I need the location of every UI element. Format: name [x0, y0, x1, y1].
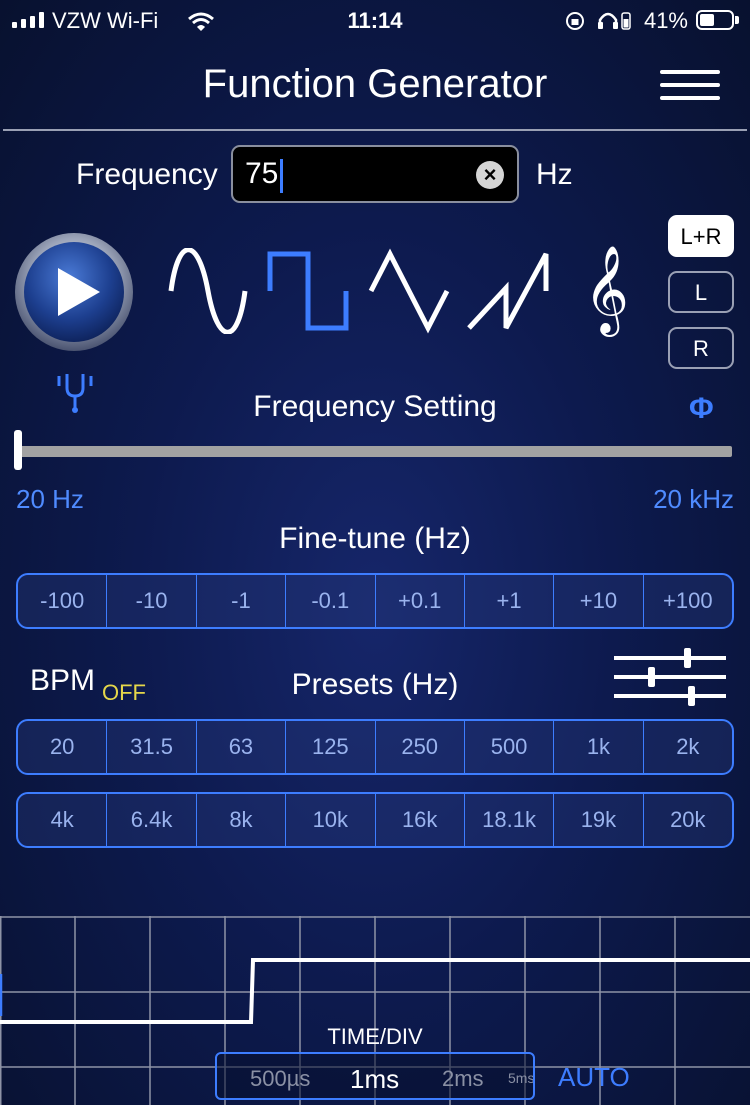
fine-tune-button[interactable]: +0.1 — [376, 575, 465, 627]
equalizer-settings-icon[interactable] — [612, 648, 728, 706]
preset-button[interactable]: 31.5 — [107, 721, 197, 773]
frequency-setting-title: Frequency Setting — [253, 390, 497, 423]
sine-wave-icon[interactable] — [168, 248, 248, 334]
frequency-field[interactable]: × — [231, 145, 519, 203]
frequency-slider[interactable] — [16, 446, 732, 457]
slider-min-label: 20 Hz — [16, 484, 84, 514]
fine-tune-button[interactable]: +10 — [554, 575, 644, 627]
square-wave-icon[interactable] — [267, 248, 349, 334]
auto-button[interactable]: AUTO — [558, 1062, 630, 1093]
preset-button[interactable]: 2k — [644, 721, 732, 773]
channel-lr-button[interactable]: L+R — [668, 215, 734, 257]
time-div-label: TIME/DIV — [327, 1024, 423, 1049]
battery-icon — [696, 10, 734, 30]
fine-tune-button[interactable]: +100 — [644, 575, 732, 627]
battery-level-icon — [621, 12, 631, 30]
preset-button[interactable]: 250 — [376, 721, 465, 773]
time-div-option[interactable]: 500µs — [250, 1066, 310, 1092]
hamburger-menu-icon[interactable] — [660, 70, 720, 102]
treble-clef-icon[interactable]: 𝄞 — [584, 246, 629, 332]
frequency-slider-thumb[interactable] — [14, 430, 22, 470]
presets-row-1: 20 31.5 63 125 250 500 1k 2k — [16, 719, 734, 775]
clock: 11:14 — [347, 8, 403, 33]
preset-button[interactable]: 4k — [18, 794, 108, 846]
text-caret — [280, 159, 283, 193]
rotation-lock-icon — [566, 12, 584, 30]
channel-l-button[interactable]: L — [668, 271, 734, 313]
fine-tune-button[interactable]: -0.1 — [286, 575, 376, 627]
preset-button[interactable]: 8k — [197, 794, 287, 846]
battery-cap — [735, 16, 739, 24]
preset-button[interactable]: 19k — [554, 794, 644, 846]
time-div-selector[interactable]: 500µs 1ms 2ms 5ms — [215, 1052, 535, 1100]
status-bar: VZW Wi-Fi 11:14 41% — [0, 0, 750, 44]
fine-tune-button[interactable]: -10 — [107, 575, 197, 627]
preset-button[interactable]: 6.4k — [107, 794, 197, 846]
time-div-selected[interactable]: 1ms — [350, 1064, 399, 1095]
sawtooth-wave-icon[interactable] — [466, 248, 550, 334]
frequency-unit: Hz — [536, 158, 573, 191]
preset-button[interactable]: 125 — [286, 721, 376, 773]
preset-button[interactable]: 10k — [286, 794, 376, 846]
headphones-icon — [598, 12, 618, 29]
channel-r-button[interactable]: R — [668, 327, 734, 369]
preset-button[interactable]: 18.1k — [465, 794, 555, 846]
fine-tune-buttons: -100 -10 -1 -0.1 +0.1 +1 +10 +100 — [16, 573, 734, 629]
time-div-option[interactable]: 2ms — [442, 1066, 484, 1092]
preset-button[interactable]: 20 — [18, 721, 108, 773]
preset-button[interactable]: 20k — [644, 794, 732, 846]
slider-max-label: 20 kHz — [653, 484, 734, 514]
frequency-label: Frequency — [76, 158, 218, 191]
preset-button[interactable]: 63 — [197, 721, 287, 773]
play-button[interactable] — [14, 232, 134, 352]
clear-x-icon[interactable]: × — [476, 161, 504, 189]
preset-button[interactable]: 16k — [376, 794, 465, 846]
fine-tune-title: Fine-tune (Hz) — [279, 522, 471, 555]
page-title: Function Generator — [202, 62, 548, 106]
phase-button[interactable]: Φ — [689, 392, 714, 426]
preset-button[interactable]: 1k — [554, 721, 644, 773]
preset-button[interactable]: 500 — [465, 721, 555, 773]
fine-tune-button[interactable]: +1 — [465, 575, 555, 627]
battery-percentage: 41% — [643, 8, 688, 33]
time-div-option[interactable]: 5ms — [508, 1070, 533, 1086]
fine-tune-button[interactable]: -100 — [18, 575, 108, 627]
header-divider — [3, 129, 747, 131]
presets-row-2: 4k 6.4k 8k 10k 16k 18.1k 19k 20k — [16, 792, 734, 848]
frequency-input[interactable] — [245, 157, 465, 191]
fine-tune-button[interactable]: -1 — [197, 575, 287, 627]
triangle-wave-icon[interactable] — [368, 248, 450, 334]
